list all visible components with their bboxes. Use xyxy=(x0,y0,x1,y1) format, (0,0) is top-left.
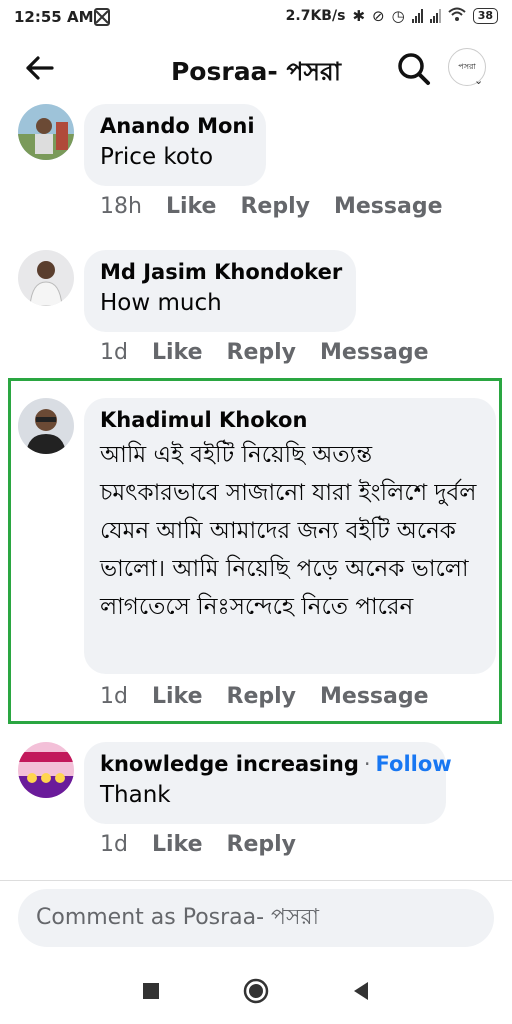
separator-dot: · xyxy=(363,752,371,776)
status-icons: 2.7KB/s ✱ ⊘ ◷ 38 xyxy=(286,7,498,25)
commenter-name[interactable]: knowledge increasing xyxy=(100,752,359,776)
avatar[interactable] xyxy=(18,742,74,798)
comment-age: 1d xyxy=(100,340,128,365)
chevron-down-icon[interactable]: ⌄ xyxy=(474,74,483,87)
comment-text: How much xyxy=(100,290,222,316)
status-time: 12:55 AM xyxy=(14,8,94,26)
avatar[interactable] xyxy=(18,398,74,454)
page-title: Posraa- পসরা xyxy=(170,57,341,86)
like-button[interactable]: Like xyxy=(152,832,203,857)
comment-input[interactable]: Comment as Posraa- পসরা xyxy=(18,889,494,947)
follow-button[interactable]: Follow xyxy=(376,752,452,776)
reply-button[interactable]: Reply xyxy=(240,194,310,219)
signal-2-icon xyxy=(429,9,441,23)
sim-icon xyxy=(92,7,112,31)
comment-actions: 1d Like Reply xyxy=(100,832,296,857)
message-button[interactable]: Message xyxy=(320,340,429,365)
comment-bubble: Anando Moni Price koto xyxy=(84,104,266,186)
comment-age: 1d xyxy=(100,832,128,857)
comment-text: Thank xyxy=(100,782,171,808)
battery-icon: 38 xyxy=(472,8,498,24)
back-triangle-icon[interactable] xyxy=(346,976,376,1006)
status-bar: 12:55 AM 2.7KB/s ✱ ⊘ ◷ 38 xyxy=(0,0,512,34)
network-speed: 2.7KB/s xyxy=(285,8,346,24)
comment-bubble: Md Jasim Khondoker How much xyxy=(84,250,356,332)
comment-age: 1d xyxy=(100,684,128,709)
comment-age: 18h xyxy=(100,194,142,219)
recents-icon[interactable] xyxy=(136,976,166,1006)
comment-bubble: knowledge increasing · Follow Thank xyxy=(84,742,452,824)
commenter-name-row: knowledge increasing · Follow xyxy=(100,752,452,776)
commenter-name[interactable]: Anando Moni xyxy=(100,114,255,138)
comment-text: আমি এই বইটি নিয়েছি অত্যন্ত চমৎকারভাবে স… xyxy=(100,442,477,620)
search-icon[interactable] xyxy=(394,49,434,89)
reply-button[interactable]: Reply xyxy=(227,684,297,709)
avatar[interactable] xyxy=(18,250,74,306)
reply-button[interactable]: Reply xyxy=(227,340,297,365)
comment-composer: Comment as Posraa- পসরা xyxy=(0,880,512,959)
commenter-name[interactable]: Md Jasim Khondoker xyxy=(100,260,342,284)
like-button[interactable]: Like xyxy=(166,194,217,219)
like-button[interactable]: Like xyxy=(152,684,203,709)
message-button[interactable]: Message xyxy=(334,194,443,219)
comment-text: Price koto xyxy=(100,144,214,170)
comment-actions: 1d Like Reply Message xyxy=(100,340,429,365)
home-icon[interactable] xyxy=(241,976,271,1006)
alarm-icon: ◷ xyxy=(391,7,405,25)
signal-icon xyxy=(411,9,423,23)
like-button[interactable]: Like xyxy=(152,340,203,365)
top-header: Posraa- পসরা পসরা ⌄ xyxy=(0,40,512,96)
reply-button[interactable]: Reply xyxy=(227,832,297,857)
comment-actions: 1d Like Reply Message xyxy=(100,684,429,709)
mute-icon: ⊘ xyxy=(372,7,385,25)
comment-bubble: Khadimul Khokon আমি এই বইটি নিয়েছি অত্য… xyxy=(84,398,496,674)
bluetooth-icon: ✱ xyxy=(352,7,366,25)
avatar[interactable] xyxy=(18,104,74,160)
commenter-name[interactable]: Khadimul Khokon xyxy=(100,408,480,432)
wifi-icon xyxy=(448,7,466,25)
system-nav-bar xyxy=(0,958,512,1024)
comment-actions: 18h Like Reply Message xyxy=(100,194,443,219)
message-button[interactable]: Message xyxy=(320,684,429,709)
